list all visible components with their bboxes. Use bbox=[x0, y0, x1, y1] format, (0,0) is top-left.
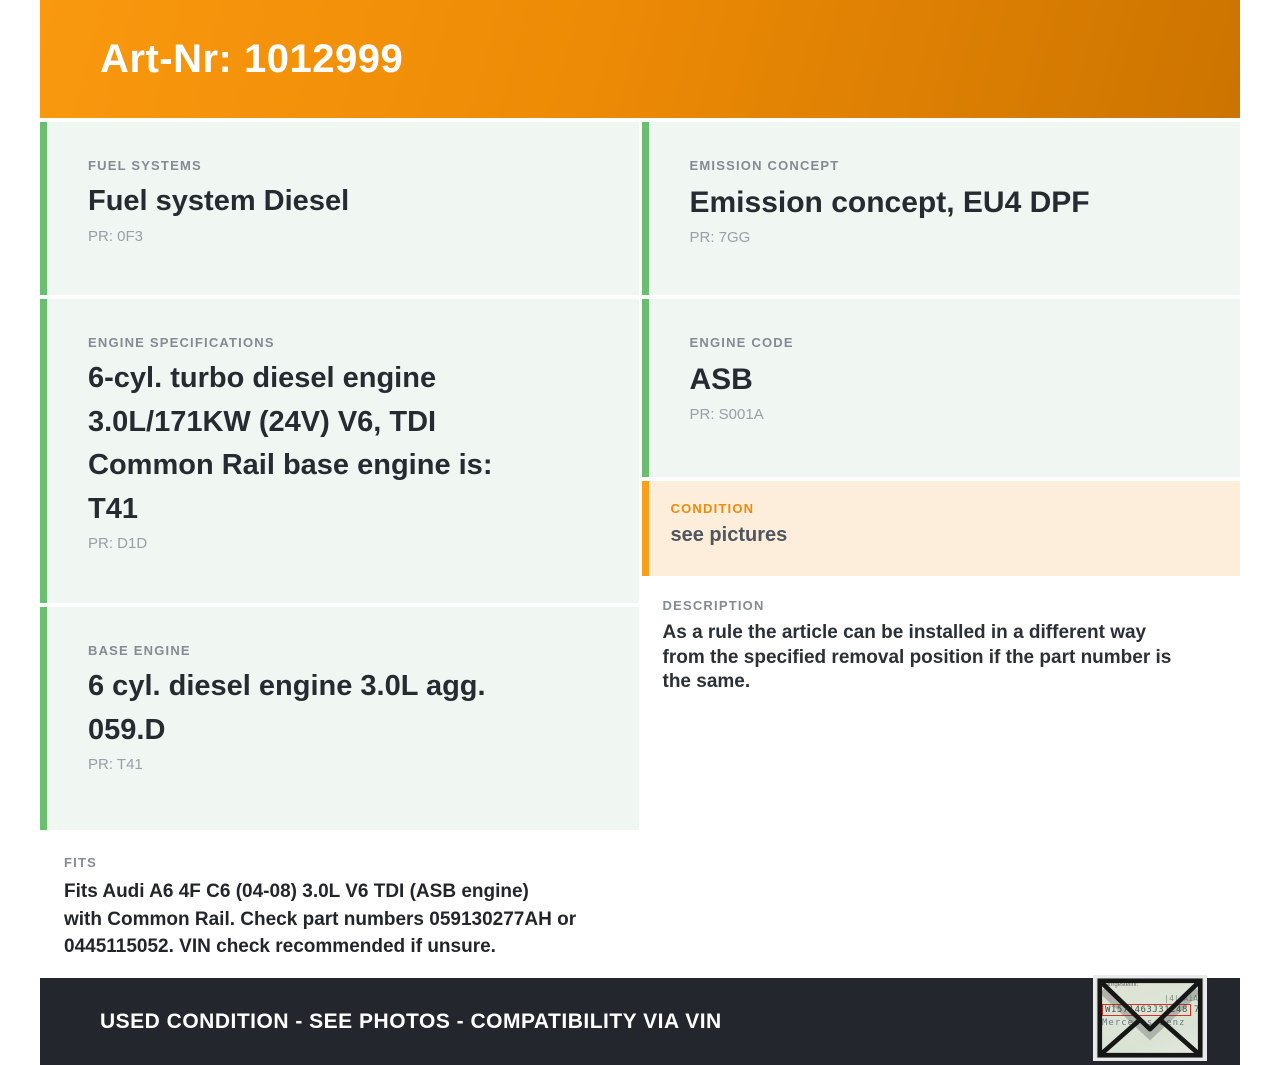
base-engine-label: BASE ENGINE bbox=[88, 643, 191, 658]
card-description: DESCRIPTION As a rule the article can be… bbox=[641, 580, 1240, 975]
emission-concept-label: EMISSION CONCEPT bbox=[689, 158, 840, 173]
condition-value: see pictures bbox=[670, 524, 788, 546]
engine-code-label: ENGINE CODE bbox=[689, 335, 794, 350]
spec-grid: FUEL SYSTEMS Fuel system Diesel PR: 0F3 … bbox=[40, 122, 1240, 975]
card-fits: FITS Fits Audi A6 4F C6 (04-08) 3.0L V6 … bbox=[40, 834, 639, 975]
emission-concept-value: Emission concept, EU4 DPF bbox=[689, 186, 1090, 219]
listing-page: Art-Nr: 1012999 FUEL SYSTEMS Fuel system… bbox=[0, 0, 1280, 1065]
right-column: EMISSION CONCEPT Emission concept, EU4 D… bbox=[641, 122, 1240, 975]
engine-code-value: ASB bbox=[689, 363, 753, 396]
content-area: Art-Nr: 1012999 FUEL SYSTEMS Fuel system… bbox=[40, 0, 1240, 1065]
fuel-systems-label: FUEL SYSTEMS bbox=[88, 158, 202, 173]
fits-text: Fits Audi A6 4F C6 (04-08) 3.0L V6 TDI (… bbox=[64, 881, 577, 958]
card-fuel-systems: FUEL SYSTEMS Fuel system Diesel PR: 0F3 bbox=[40, 122, 639, 295]
article-number-title: Art-Nr: 1012999 bbox=[100, 36, 404, 81]
condition-label: CONDITION bbox=[670, 501, 755, 516]
description-label: DESCRIPTION bbox=[662, 598, 765, 613]
base-engine-pr-code: PR: T41 bbox=[88, 756, 143, 773]
engine-specifications-value: 6-cyl. turbo diesel engine 3.0L/171KW (2… bbox=[88, 362, 493, 525]
fuel-systems-pr-code: PR: 0F3 bbox=[88, 227, 144, 245]
footer-banner: USED CONDITION - SEE PHOTOS - COMPATIBIL… bbox=[40, 978, 1240, 1065]
emission-concept-pr-code: PR: 7GG bbox=[689, 229, 751, 246]
fuel-systems-value: Fuel system Diesel bbox=[88, 185, 350, 217]
left-column: FUEL SYSTEMS Fuel system Diesel PR: 0F3 … bbox=[40, 122, 639, 975]
envelope-icon bbox=[1097, 978, 1203, 1058]
card-condition: CONDITION see pictures bbox=[641, 481, 1240, 576]
description-text: As a rule the article can be installed i… bbox=[662, 622, 1172, 693]
registration-document-thumbnail: Fahrgestellnr. |4| AiA W1571463J31248 7 … bbox=[1093, 975, 1207, 1061]
card-engine-code: ENGINE CODE ASB PR: S001A bbox=[641, 299, 1240, 477]
engine-specifications-label: ENGINE SPECIFICATIONS bbox=[88, 335, 275, 350]
card-emission-concept: EMISSION CONCEPT Emission concept, EU4 D… bbox=[641, 122, 1240, 295]
fits-label: FITS bbox=[64, 855, 97, 870]
card-engine-specifications: ENGINE SPECIFICATIONS 6-cyl. turbo diese… bbox=[40, 299, 639, 603]
card-base-engine: BASE ENGINE 6 cyl. diesel engine 3.0L ag… bbox=[40, 607, 639, 830]
base-engine-value: 6 cyl. diesel engine 3.0L agg. 059.D bbox=[88, 670, 486, 746]
header-banner: Art-Nr: 1012999 bbox=[40, 0, 1240, 118]
engine-specifications-pr-code: PR: D1D bbox=[88, 535, 148, 552]
engine-code-pr-code: PR: S001A bbox=[689, 406, 764, 423]
footer-text: USED CONDITION - SEE PHOTOS - COMPATIBIL… bbox=[100, 1009, 722, 1033]
